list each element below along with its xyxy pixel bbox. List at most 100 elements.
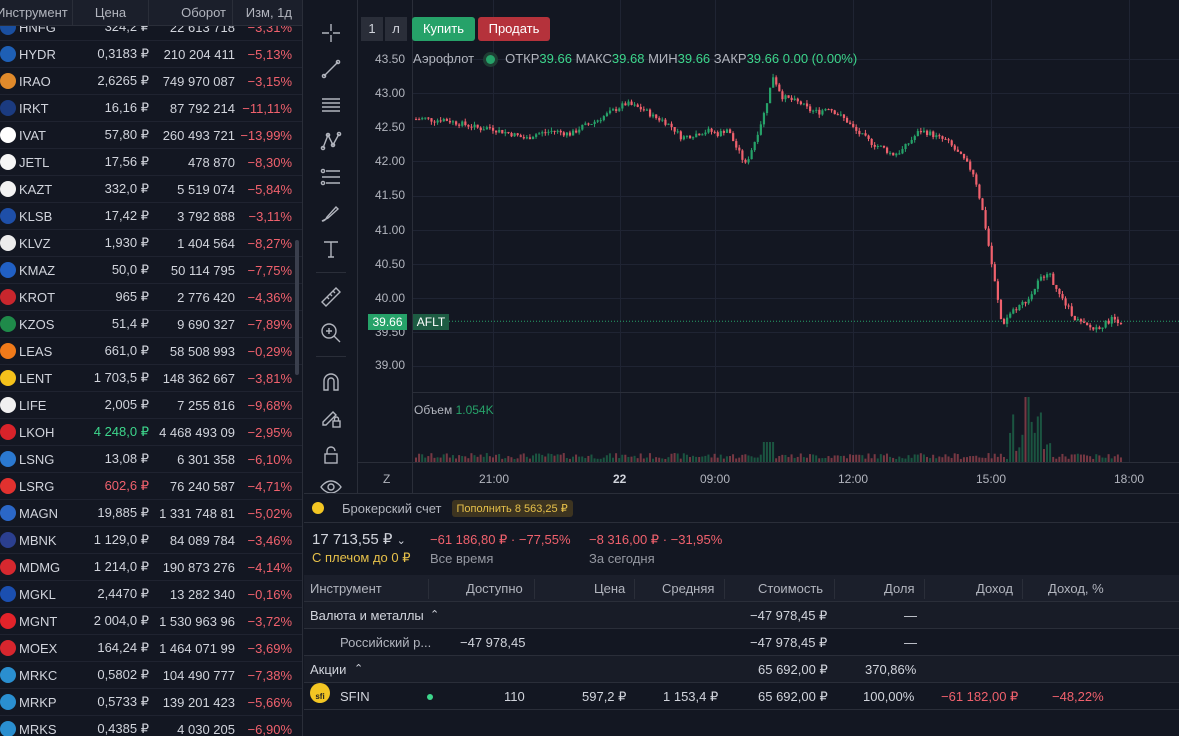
watchlist-row[interactable]: IRAO 2,6265 ₽ 749 970 087 −3,15% <box>0 68 302 95</box>
watchlist-row[interactable]: HYDR 0,3183 ₽ 210 204 411 −5,13% <box>0 41 302 68</box>
watchlist-row[interactable]: IRKT 16,16 ₽ 87 792 214 −11,11% <box>0 95 302 122</box>
watchlist-header: Инструмент Цена Оборот Изм, 1д <box>0 0 302 26</box>
watchlist-row[interactable]: MRKP 0,5733 ₽ 139 201 423 −5,66% <box>0 689 302 716</box>
lock-icon[interactable] <box>314 440 348 470</box>
market-status-icon <box>486 55 496 64</box>
watchlist-row[interactable]: MGKL 2,4470 ₽ 13 282 340 −0,16% <box>0 581 302 608</box>
candle-body <box>873 144 876 147</box>
today-label[interactable]: За сегодня <box>589 551 655 566</box>
watchlist-row[interactable]: KLVZ 1,930 ₽ 1 404 564 −8,27% <box>0 230 302 257</box>
buy-button[interactable]: Купить <box>412 17 475 41</box>
instrument-price: 51,4 ₽ <box>111 316 149 331</box>
price-chart[interactable]: 1 л Купить Продать Аэрофлот ОТКР39.66 МАК… <box>358 0 1179 493</box>
pattern-icon[interactable] <box>314 126 348 156</box>
watchlist-row[interactable]: MRKS 0,4385 ₽ 4 030 205 −6,90% <box>0 716 302 736</box>
watchlist-row[interactable]: MOEX 164,24 ₽ 1 464 071 99 −3,69% <box>0 635 302 662</box>
watchlist-row[interactable]: MAGN 19,885 ₽ 1 331 748 81 −5,02% <box>0 500 302 527</box>
col-share[interactable]: Доля <box>884 575 915 602</box>
group-row-currency[interactable]: Валюта и металлы ⌃ −47 978,45 ₽ — <box>304 602 1179 629</box>
zoom-in-icon[interactable] <box>314 318 348 348</box>
watchlist-row[interactable]: LIFE 2,005 ₽ 7 255 816 −9,68% <box>0 392 302 419</box>
chevron-up-icon[interactable]: ⌃ <box>354 656 363 683</box>
col-cost[interactable]: Стоимость <box>758 575 823 602</box>
volume-bar <box>978 457 981 462</box>
instrument-ticker: MGNT <box>19 613 58 629</box>
instrument-price: 4 248,0 ₽ <box>93 424 149 439</box>
chevron-up-icon[interactable]: ⌃ <box>430 602 439 629</box>
instrument-price: 661,0 ₽ <box>104 343 149 358</box>
timeframe-2-button[interactable]: л <box>385 17 407 41</box>
col-instrument[interactable]: Инструмент <box>310 575 382 602</box>
instrument-change: −0,16% <box>247 586 292 602</box>
instrument-change: −6,90% <box>247 721 292 736</box>
candle-body <box>962 153 966 159</box>
instrument-change: −8,30% <box>247 154 292 170</box>
watchlist-row[interactable]: LENT 1 703,5 ₽ 148 362 667 −3,81% <box>0 365 302 392</box>
timeframe-1-button[interactable]: 1 <box>361 17 383 41</box>
horizontal-lines-icon[interactable] <box>314 90 348 120</box>
watchlist-row[interactable]: MRKC 0,5802 ₽ 104 490 777 −7,38% <box>0 662 302 689</box>
col-instrument[interactable]: Инструмент <box>0 0 72 25</box>
volume-bar <box>904 458 907 462</box>
volume-bar <box>1030 421 1033 462</box>
brush-icon[interactable] <box>314 198 348 228</box>
candle-body <box>1046 274 1049 278</box>
volume-bar <box>925 456 928 462</box>
sell-button[interactable]: Продать <box>478 17 550 41</box>
portfolio-total[interactable]: 17 713,55 ₽ ⌄ <box>312 530 406 548</box>
watchlist-row[interactable]: IVAT 57,80 ₽ 260 493 721 −13,99% <box>0 122 302 149</box>
text-icon[interactable] <box>314 234 348 264</box>
volume-bar <box>750 456 753 462</box>
col-price[interactable]: Цена <box>72 0 148 25</box>
group-row-shares[interactable]: Акции ⌃ 65 692,00 ₽ 370,86% <box>304 656 1179 683</box>
col-turnover[interactable]: Оборот <box>148 0 232 25</box>
watchlist-row[interactable]: KZOS 51,4 ₽ 9 690 327 −7,89% <box>0 311 302 338</box>
instrument-ticker: MDMG <box>19 559 61 575</box>
watchlist-row[interactable]: MBNK 1 129,0 ₽ 84 089 784 −3,46% <box>0 527 302 554</box>
watchlist-row[interactable]: KLSB 17,42 ₽ 3 792 888 −3,11% <box>0 203 302 230</box>
watchlist-row[interactable]: MGNT 2 004,0 ₽ 1 530 963 96 −3,72% <box>0 608 302 635</box>
fib-icon[interactable] <box>314 162 348 192</box>
volume-bar <box>956 454 959 462</box>
watchlist-row[interactable]: JETL 17,56 ₽ 478 870 −8,30% <box>0 149 302 176</box>
magnet-icon[interactable] <box>314 367 348 397</box>
watchlist-row[interactable]: KAZT 332,0 ₽ 5 519 074 −5,84% <box>0 176 302 203</box>
col-income[interactable]: Доход <box>976 575 1013 602</box>
chevron-down-icon[interactable]: ⌄ <box>397 535 406 547</box>
lock-drawing-icon[interactable] <box>314 403 348 433</box>
col-price[interactable]: Цена <box>594 575 625 602</box>
position-row-rub[interactable]: Российский р... −47 978,45 −47 978,45 ₽ … <box>304 629 1179 656</box>
position-row-sfin[interactable]: sfi SFIN 110 597,2 ₽ 1 153,4 ₽ 65 692,00… <box>304 683 1179 710</box>
ruler-icon[interactable] <box>314 282 348 312</box>
volume-bar <box>501 458 504 462</box>
col-change[interactable]: Изм, 1д <box>232 0 302 25</box>
volume-bar <box>599 458 602 462</box>
col-average[interactable]: Средняя <box>662 575 714 602</box>
trend-line-icon[interactable] <box>314 54 348 84</box>
watchlist-row[interactable]: KROT 965 ₽ 2 776 420 −4,36% <box>0 284 302 311</box>
zoom-reset-button[interactable]: Z <box>383 472 390 486</box>
candle-body <box>550 130 553 132</box>
watchlist-row[interactable]: LEAS 661,0 ₽ 58 508 993 −0,29% <box>0 338 302 365</box>
candle-body <box>1089 325 1092 328</box>
crosshair-icon[interactable] <box>314 18 348 48</box>
watchlist-row[interactable]: LKOH 4 248,0 ₽ 4 468 493 09 −2,95% <box>0 419 302 446</box>
col-available[interactable]: Доступно <box>466 575 523 602</box>
topup-button[interactable]: Пополнить 8 563,25 ₽ <box>451 499 573 517</box>
watchlist-row[interactable]: MDMG 1 214,0 ₽ 190 873 276 −4,14% <box>0 554 302 581</box>
watchlist-row[interactable]: LSRG 602,6 ₽ 76 240 587 −4,71% <box>0 473 302 500</box>
account-name[interactable]: Брокерский счет <box>342 501 442 516</box>
chart-canvas[interactable] <box>358 0 1179 493</box>
watchlist-row[interactable]: KMAZ 50,0 ₽ 50 114 795 −7,75% <box>0 257 302 284</box>
symbol-name[interactable]: Аэрофлот <box>413 51 474 66</box>
col-income-pct[interactable]: Доход, % <box>1048 575 1104 602</box>
volume-bar <box>664 458 667 462</box>
watchlist-scrollbar[interactable] <box>295 240 299 375</box>
volume-bar <box>1073 454 1076 462</box>
watchlist-row[interactable]: LSNG 13,08 ₽ 6 301 358 −6,10% <box>0 446 302 473</box>
instrument-ticker: JETL <box>19 154 50 170</box>
candle-body <box>464 121 467 125</box>
y-tick: 41.50 <box>375 188 406 202</box>
all-time-label[interactable]: Все время <box>430 551 493 566</box>
instrument-price: 2,6265 ₽ <box>97 73 149 88</box>
